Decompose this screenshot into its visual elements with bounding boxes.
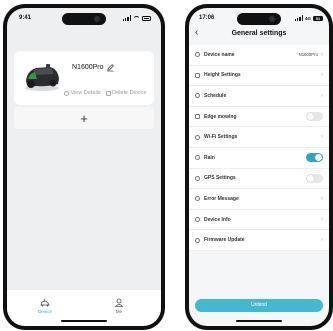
setting-label: Edge mowing — [204, 113, 237, 120]
schedule-icon — [195, 93, 200, 99]
home-indicator — [61, 319, 107, 322]
status-time: 17:06 — [199, 15, 215, 21]
setting-label: Device name — [204, 51, 235, 58]
setting-device-info[interactable]: Device Info › — [189, 209, 329, 231]
add-device-button[interactable]: + — [14, 107, 154, 129]
phone-general-settings: 17:06 4G 51 ‹ General settings Device na… — [185, 4, 333, 330]
device-name: N1600Pro — [72, 64, 104, 71]
chevron-right-icon: › — [321, 237, 323, 244]
device-icon — [195, 52, 200, 58]
setting-label: GPS Settings — [204, 175, 236, 182]
view-details-button[interactable]: View Details — [64, 90, 101, 96]
wifi-icon — [133, 15, 140, 21]
person-icon — [114, 298, 124, 307]
setting-label: Schedule — [204, 92, 227, 99]
general-settings-screen: 17:06 4G 51 ‹ General settings Device na… — [189, 8, 329, 326]
home-indicator — [236, 319, 282, 322]
gps-toggle[interactable] — [306, 173, 323, 183]
mower-icon — [40, 298, 50, 307]
tab-bar: Device Me — [7, 290, 161, 326]
setting-edge-mowing: Edge mowing — [189, 106, 329, 128]
tab-me-label: Me — [115, 309, 123, 314]
battery-icon: 51 — [313, 15, 323, 21]
setting-value: N1600Pro — [298, 52, 318, 58]
chevron-right-icon: › — [321, 134, 323, 141]
setting-error-message[interactable]: Error Message › — [189, 189, 329, 210]
info-icon — [195, 217, 200, 223]
status-bar: 9:41 — [7, 15, 161, 25]
setting-label: Device Info — [204, 216, 231, 223]
delete-device-label: Delete Device — [112, 90, 147, 96]
chevron-right-icon: › — [321, 51, 323, 58]
wifi-icon — [195, 134, 200, 140]
tab-device[interactable]: Device — [30, 298, 60, 314]
delete-device-button[interactable]: Delete Device — [105, 90, 147, 96]
setting-label: Error Message — [204, 195, 239, 202]
page-title: General settings — [231, 30, 287, 37]
mower-image — [25, 64, 59, 91]
phone-device-list: 9:41 N1600Pro View Details Delete Device… — [3, 4, 165, 330]
settings-list: Device name N1600Pro › Height Settings ›… — [189, 45, 329, 251]
error-icon — [195, 196, 200, 202]
edge-icon — [195, 114, 200, 120]
rain-toggle[interactable] — [306, 153, 323, 163]
setting-firmware-update[interactable]: Firmware Update › — [189, 230, 329, 251]
firmware-icon — [195, 237, 200, 243]
battery-icon — [142, 15, 151, 21]
setting-label: Wi-Fi Settings — [204, 134, 238, 141]
chevron-right-icon: › — [321, 92, 323, 99]
gps-icon — [195, 175, 200, 181]
view-details-label: View Details — [70, 90, 101, 96]
device-list-screen: 9:41 N1600Pro View Details Delete Device… — [7, 8, 161, 326]
network-type: 4G — [304, 15, 311, 21]
chevron-right-icon: › — [321, 216, 323, 223]
setting-device-name[interactable]: Device name N1600Pro › — [189, 45, 329, 66]
eye-icon — [64, 90, 69, 96]
status-time: 9:41 — [19, 15, 32, 21]
setting-schedule[interactable]: Schedule › — [189, 86, 329, 107]
tab-device-label: Device — [38, 309, 52, 314]
setting-height[interactable]: Height Settings › — [189, 65, 329, 87]
tab-me[interactable]: Me — [104, 298, 134, 314]
setting-gps: GPS Settings — [189, 168, 329, 190]
chevron-right-icon: › — [321, 195, 323, 202]
chevron-right-icon: › — [321, 72, 323, 79]
setting-label: Firmware Update — [204, 237, 245, 244]
setting-rain: Rain — [189, 147, 329, 169]
edge-mowing-toggle[interactable] — [306, 112, 323, 122]
setting-label: Rain — [204, 154, 215, 161]
status-bar: 17:06 4G 51 — [189, 15, 329, 25]
signal-icon — [294, 15, 303, 21]
device-card[interactable]: N1600Pro View Details Delete Device — [14, 51, 154, 105]
unbind-button[interactable]: Unbind — [195, 299, 323, 312]
rain-icon — [195, 155, 200, 161]
setting-wifi[interactable]: Wi-Fi Settings › — [189, 127, 329, 148]
signal-icon — [122, 15, 131, 21]
height-icon — [195, 72, 200, 78]
plus-icon: + — [80, 110, 88, 126]
trash-icon — [105, 90, 111, 96]
nav-bar: ‹ General settings — [189, 28, 329, 40]
edit-icon[interactable] — [106, 63, 115, 72]
setting-label: Height Settings — [204, 72, 241, 79]
